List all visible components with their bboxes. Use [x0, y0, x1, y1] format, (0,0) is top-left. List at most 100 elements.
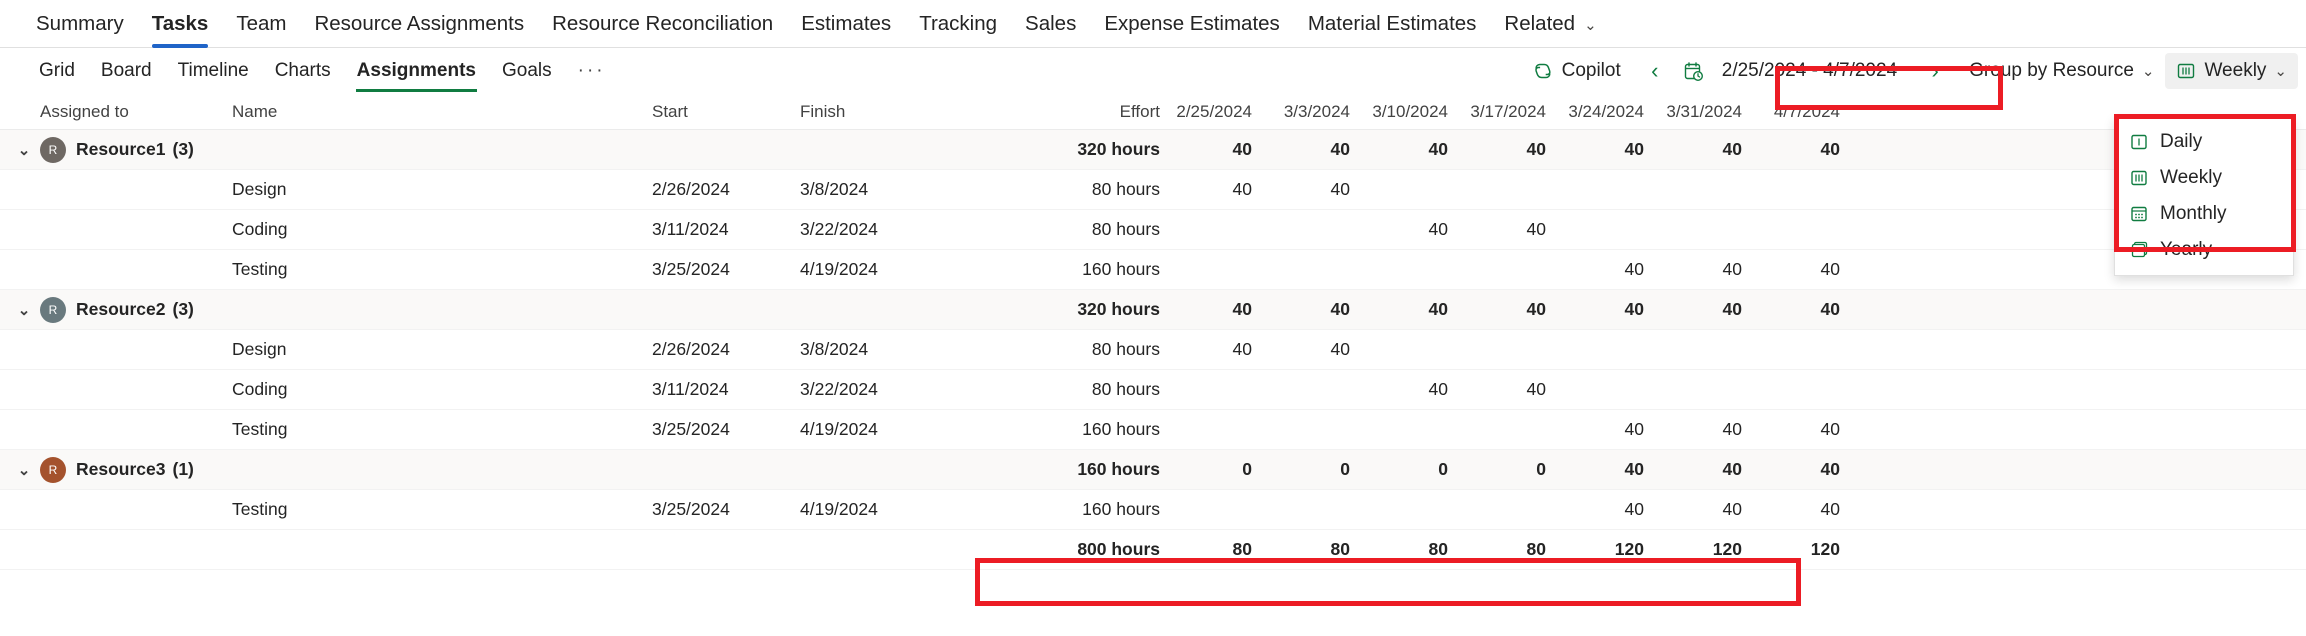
column-header-name[interactable]: Name — [222, 102, 652, 122]
avatar: R — [40, 296, 66, 323]
tab-resource-assignments[interactable]: Resource Assignments — [300, 0, 538, 48]
task-value-cell[interactable]: 40 — [1764, 419, 1862, 440]
menu-item-yearly[interactable]: Yearly — [2115, 232, 2293, 268]
task-finish-cell: 4/19/2024 — [800, 419, 878, 439]
menu-item-weekly[interactable]: Weekly — [2115, 160, 2293, 196]
view-tab-charts[interactable]: Charts — [262, 49, 344, 93]
table-row[interactable]: Testing 3/25/2024 4/19/2024 160 hours 40… — [0, 490, 2306, 530]
total-value-cell: 120 — [1614, 539, 1644, 559]
task-name-cell[interactable]: Testing — [222, 499, 652, 520]
column-header-start[interactable]: Start — [652, 102, 800, 122]
table-row[interactable]: Design 2/26/2024 3/8/2024 80 hours 40 40 — [0, 170, 2306, 210]
date-range-value: 2/25/2024 - 4/7/2024 — [1721, 60, 1898, 81]
group-row-resource3[interactable]: ⌄ R Resource3 (1) 160 hours 0 0 0 0 40 4… — [0, 450, 2306, 490]
copilot-button[interactable]: Copilot — [1521, 53, 1632, 89]
table-row[interactable]: Testing 3/25/2024 4/19/2024 160 hours 40… — [0, 410, 2306, 450]
date-range-button[interactable]: 2/25/2024 - 4/7/2024 — [1672, 53, 1918, 89]
group-value-cell: 40 — [1820, 459, 1840, 479]
total-value-cell: 120 — [1712, 539, 1742, 559]
collapse-expand-icon[interactable]: ⌄ — [12, 461, 36, 479]
column-header-finish[interactable]: Finish — [800, 102, 990, 122]
avatar: R — [40, 136, 66, 163]
tab-tasks[interactable]: Tasks — [138, 0, 223, 48]
tab-summary[interactable]: Summary — [22, 0, 138, 48]
column-header-effort[interactable]: Effort — [990, 102, 1176, 122]
tab-team[interactable]: Team — [222, 0, 300, 48]
menu-item-daily-label: Daily — [2160, 131, 2203, 152]
column-header-date-6: 4/7/2024 — [1773, 101, 1840, 121]
task-name-cell[interactable]: Testing — [222, 419, 652, 440]
total-value-cell: 80 — [1428, 539, 1448, 559]
tab-tracking[interactable]: Tracking — [905, 0, 1011, 48]
tab-material-estimates[interactable]: Material Estimates — [1294, 0, 1491, 48]
column-header-date-5: 3/31/2024 — [1666, 101, 1742, 121]
menu-item-monthly-label: Monthly — [2160, 203, 2227, 224]
task-name-cell[interactable]: Design — [222, 179, 652, 200]
task-finish-cell: 4/19/2024 — [800, 259, 878, 279]
table-row[interactable]: Design 2/26/2024 3/8/2024 80 hours 40 40 — [0, 330, 2306, 370]
task-value-cell[interactable]: 40 — [1666, 499, 1764, 520]
tab-expense-estimates[interactable]: Expense Estimates — [1090, 0, 1293, 48]
task-start-cell: 3/25/2024 — [652, 499, 730, 519]
command-bar-right-tools: Copilot ‹ 2/25/2024 - 4/7/2024 › Group b… — [1521, 48, 2298, 94]
task-name-cell[interactable]: Coding — [222, 379, 652, 400]
task-finish-cell: 3/22/2024 — [800, 219, 878, 239]
task-value-cell[interactable]: 40 — [1274, 339, 1372, 360]
column-header-date-1: 3/3/2024 — [1283, 101, 1350, 121]
tab-estimates[interactable]: Estimates — [787, 0, 905, 48]
view-tab-goals[interactable]: Goals — [489, 49, 565, 93]
table-row[interactable]: Coding 3/11/2024 3/22/2024 80 hours 40 4… — [0, 370, 2306, 410]
group-row-resource1[interactable]: ⌄ R Resource1 (3) 320 hours 40 40 40 40 … — [0, 130, 2306, 170]
column-header-assigned-to[interactable]: Assigned to — [0, 102, 222, 122]
table-row[interactable]: Testing 3/25/2024 4/19/2024 160 hours 40… — [0, 250, 2306, 290]
view-tab-timeline[interactable]: Timeline — [165, 49, 262, 93]
view-tab-board[interactable]: Board — [88, 49, 165, 93]
task-value-cell[interactable]: 40 — [1666, 259, 1764, 280]
view-tab-overflow-label: ··· — [577, 60, 606, 81]
task-value-cell[interactable]: 40 — [1470, 219, 1568, 240]
group-by-button[interactable]: Group by Resource ⌄ — [1958, 53, 2165, 89]
task-value-cell[interactable]: 40 — [1176, 339, 1274, 360]
task-value-cell[interactable]: 40 — [1470, 379, 1568, 400]
group-identity-cell: ⌄ R Resource1 (3) — [0, 136, 222, 163]
group-row-resource2[interactable]: ⌄ R Resource2 (3) 320 hours 40 40 40 40 … — [0, 290, 2306, 330]
task-name-cell[interactable]: Testing — [222, 259, 652, 280]
task-name-cell[interactable]: Design — [222, 339, 652, 360]
group-value-cell: 0 — [1536, 459, 1546, 479]
view-tab-goals-label: Goals — [501, 60, 552, 81]
previous-period-button[interactable]: ‹ — [1638, 54, 1672, 88]
task-value-cell[interactable]: 40 — [1274, 179, 1372, 200]
group-value-cell: 40 — [1330, 139, 1350, 159]
task-value-cell[interactable]: 40 — [1176, 179, 1274, 200]
task-value-cell[interactable]: 40 — [1666, 419, 1764, 440]
task-value-cell[interactable]: 40 — [1568, 259, 1666, 280]
group-value-cell: 40 — [1624, 139, 1644, 159]
task-value-cell[interactable]: 40 — [1372, 219, 1470, 240]
task-value-cell[interactable]: 40 — [1764, 259, 1862, 280]
view-tab-overflow-button[interactable]: ··· — [565, 49, 619, 93]
collapse-expand-icon[interactable]: ⌄ — [12, 141, 36, 159]
task-value-cell[interactable]: 40 — [1372, 379, 1470, 400]
menu-item-monthly[interactable]: Monthly — [2115, 196, 2293, 232]
collapse-expand-icon[interactable]: ⌄ — [12, 301, 36, 319]
view-tab-grid[interactable]: Grid — [26, 49, 88, 93]
tab-related[interactable]: Related ⌄ — [1490, 0, 1610, 48]
tab-sales[interactable]: Sales — [1011, 0, 1090, 48]
group-name: Resource1 — [76, 139, 166, 159]
copilot-label: Copilot — [1561, 60, 1621, 81]
group-value-cell: 40 — [1232, 139, 1252, 159]
task-value-cell[interactable]: 40 — [1568, 419, 1666, 440]
next-period-button[interactable]: › — [1918, 54, 1952, 88]
task-value-cell[interactable]: 40 — [1764, 499, 1862, 520]
task-name-cell[interactable]: Coding — [222, 219, 652, 240]
task-value-cell[interactable]: 40 — [1568, 499, 1666, 520]
time-scale-button[interactable]: Weekly ⌄ — [2165, 53, 2298, 89]
view-tab-assignments[interactable]: Assignments — [344, 49, 489, 93]
menu-item-daily[interactable]: Daily — [2115, 124, 2293, 160]
tab-expense-estimates-label: Expense Estimates — [1104, 11, 1280, 35]
tab-resource-reconciliation[interactable]: Resource Reconciliation — [538, 0, 787, 48]
table-row[interactable]: Coding 3/11/2024 3/22/2024 80 hours 40 4… — [0, 210, 2306, 250]
task-finish-cell: 3/8/2024 — [800, 179, 869, 199]
total-value-cell: 80 — [1330, 539, 1350, 559]
date-range-selector: ‹ 2/25/2024 - 4/7/2024 › — [1632, 53, 1958, 89]
